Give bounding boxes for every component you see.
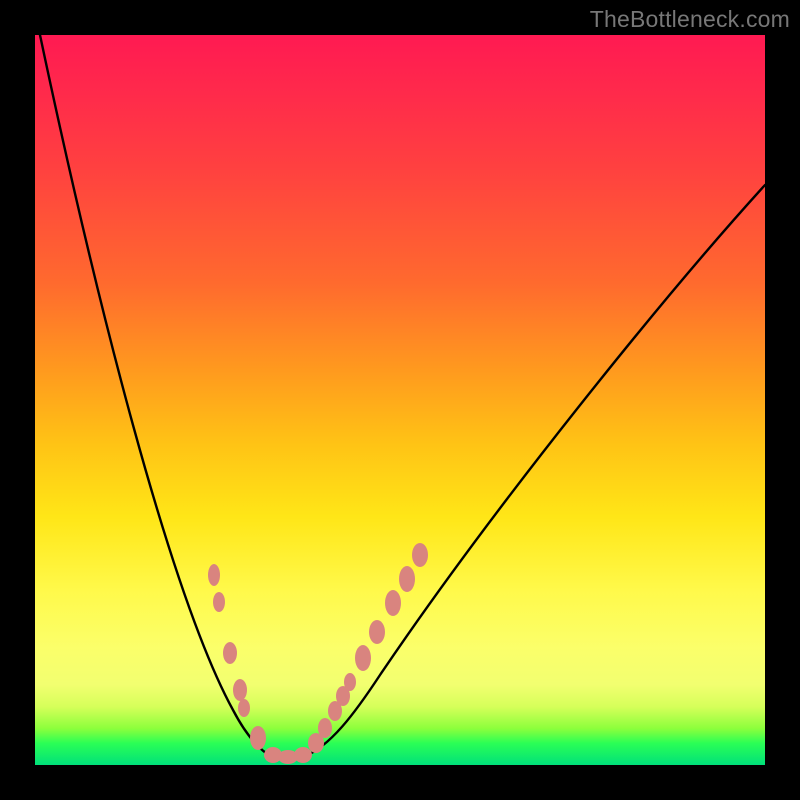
marker-3 [233, 679, 247, 701]
marker-0 [208, 564, 220, 586]
marker-2 [223, 642, 237, 664]
marker-10 [318, 718, 332, 738]
marker-17 [399, 566, 415, 592]
marker-13 [344, 673, 356, 691]
marker-5 [250, 726, 266, 750]
marker-15 [369, 620, 385, 644]
marker-14 [355, 645, 371, 671]
curve-left-branch [40, 35, 272, 757]
plot-area [35, 35, 765, 765]
chart-frame: TheBottleneck.com [0, 0, 800, 800]
marker-4 [238, 699, 250, 717]
series-group [40, 35, 765, 757]
watermark-text: TheBottleneck.com [590, 6, 790, 33]
marker-16 [385, 590, 401, 616]
marker-1 [213, 592, 225, 612]
marker-8 [294, 747, 312, 763]
curve-right-branch [303, 185, 765, 757]
marker-18 [412, 543, 428, 567]
curves-svg [35, 35, 765, 765]
